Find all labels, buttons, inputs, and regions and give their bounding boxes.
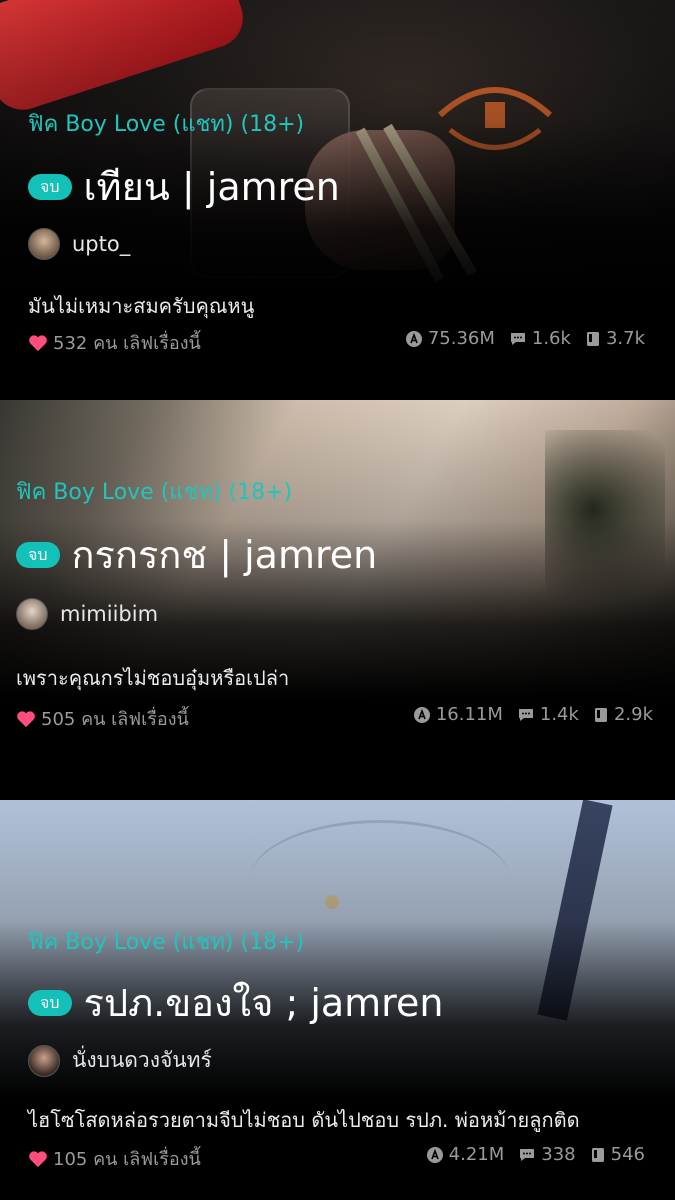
view-count-icon: [413, 706, 430, 723]
story-author[interactable]: mimiibim: [16, 598, 158, 630]
author-name[interactable]: นั่งบนดวงจันทร์: [72, 1044, 212, 1077]
story-card[interactable]: ฟิค Boy Love (แชท) (18+) จบ รปภ.ของใจ ; …: [0, 800, 675, 1200]
story-stats: 4.21M 338 546: [412, 1144, 645, 1165]
chapter-icon: [586, 331, 599, 346]
heart-icon: [29, 334, 47, 351]
comment-icon: [520, 1148, 535, 1161]
story-genre[interactable]: ฟิค Boy Love (แชท) (18+): [16, 474, 292, 509]
heart-icon: [29, 1150, 47, 1167]
chapter-icon: [591, 1147, 604, 1162]
author-name[interactable]: upto_: [72, 232, 130, 256]
like-count: 505 คน เลิฟเรื่องนี้: [16, 704, 189, 733]
like-count: 105 คน เลิฟเรื่องนี้: [28, 1144, 201, 1173]
chapter-count: 2.9k: [593, 704, 653, 725]
like-count-text: 532 คน เลิฟเรื่องนี้: [53, 333, 201, 354]
view-count: 4.21M: [426, 1144, 504, 1165]
story-card[interactable]: ฟิค Boy Love (แชท) (18+) จบ กรกรกช | jam…: [0, 400, 675, 800]
comment-count: 1.6k: [509, 328, 571, 349]
story-card[interactable]: ฟิค Boy Love (แชท) (18+) จบ เทียน | jamr…: [0, 0, 675, 400]
story-description: ไฮโซโสดหล่อรวยตามจีบไม่ชอบ ดันไปชอบ รปภ.…: [28, 1108, 580, 1132]
comment-count: 1.4k: [517, 704, 579, 725]
story-genre[interactable]: ฟิค Boy Love (แชท) (18+): [28, 106, 304, 141]
completed-badge: จบ: [28, 173, 72, 200]
author-avatar[interactable]: [28, 1044, 60, 1077]
story-stats: 75.36M 1.6k 3.7k: [391, 328, 645, 349]
author-name[interactable]: mimiibim: [60, 602, 158, 626]
author-avatar[interactable]: [16, 598, 48, 630]
story-title[interactable]: กรกรกช | jamren: [72, 524, 378, 585]
story-title[interactable]: เทียน | jamren: [84, 156, 340, 217]
comment-icon: [510, 332, 525, 345]
comment-icon: [518, 708, 533, 721]
story-genre[interactable]: ฟิค Boy Love (แชท) (18+): [28, 924, 304, 959]
like-count-text: 505 คน เลิฟเรื่องนี้: [41, 709, 189, 730]
story-author[interactable]: upto_: [28, 228, 130, 260]
completed-badge: จบ: [16, 541, 60, 568]
story-description: มันไม่เหมาะสมครับคุณหนู: [28, 294, 255, 318]
chapter-count: 546: [590, 1144, 645, 1165]
completed-badge: จบ: [28, 989, 72, 1016]
like-count-text: 105 คน เลิฟเรื่องนี้: [53, 1149, 201, 1170]
view-count: 16.11M: [413, 704, 503, 725]
view-count-icon: [426, 1146, 443, 1163]
chapter-count: 3.7k: [585, 328, 645, 349]
comment-count: 338: [518, 1144, 576, 1165]
story-author[interactable]: นั่งบนดวงจันทร์: [28, 1044, 212, 1077]
chapter-icon: [594, 707, 607, 722]
view-count-icon: [405, 330, 422, 347]
author-avatar[interactable]: [28, 228, 60, 260]
story-description: เพราะคุณกรไม่ชอบอุ๋มหรือเปล่า: [16, 666, 290, 690]
heart-icon: [17, 710, 35, 727]
story-title[interactable]: รปภ.ของใจ ; jamren: [84, 972, 444, 1033]
like-count: 532 คน เลิฟเรื่องนี้: [28, 328, 201, 357]
story-stats: 16.11M 1.4k 2.9k: [399, 704, 653, 725]
view-count: 75.36M: [405, 328, 495, 349]
